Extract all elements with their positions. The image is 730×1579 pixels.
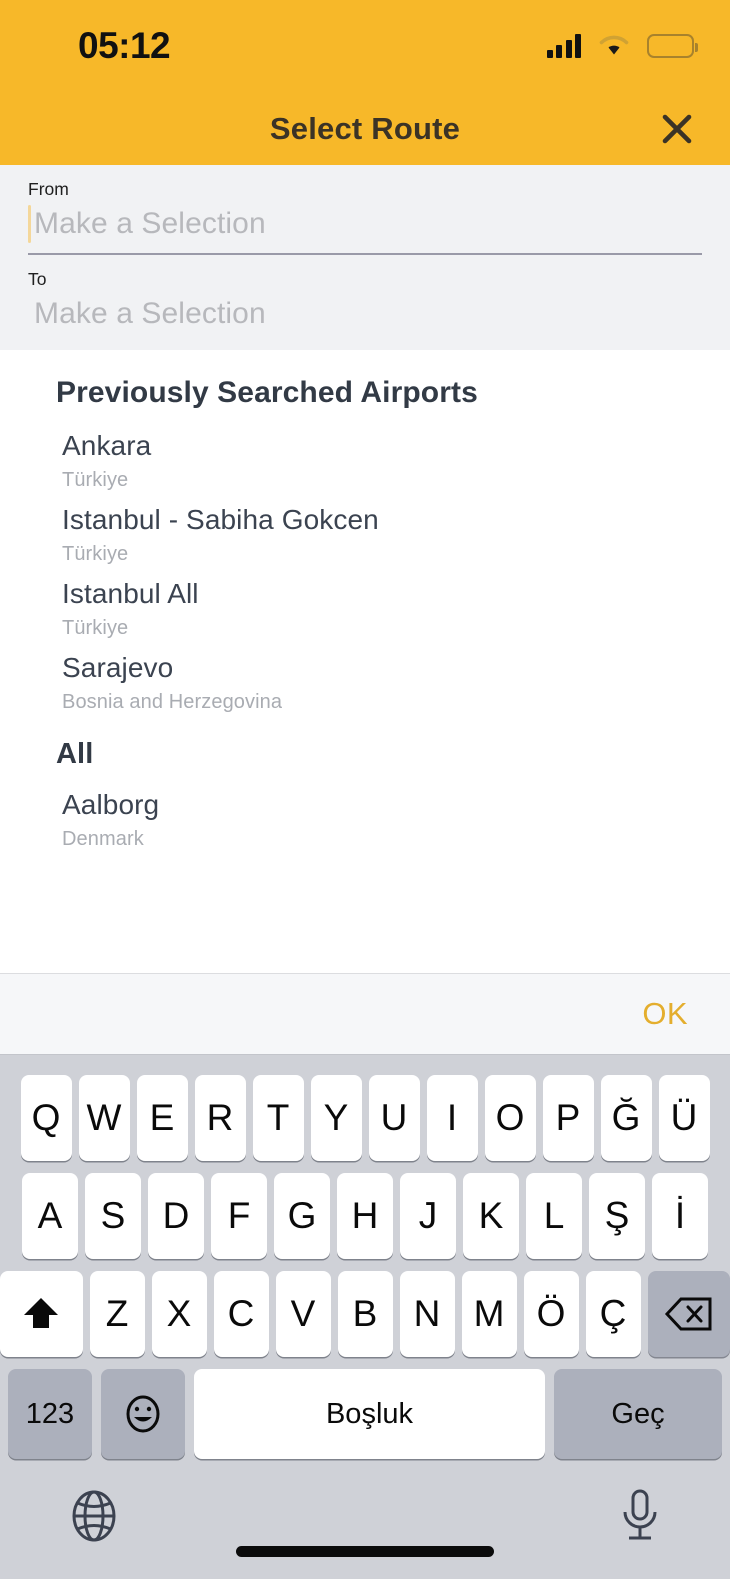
key-v[interactable]: V (275, 1271, 331, 1357)
list-item[interactable]: Istanbul All Türkiye (56, 568, 674, 642)
key-w[interactable]: W (78, 1075, 130, 1161)
section-title-previously-searched: Previously Searched Airports (56, 376, 478, 409)
space-key[interactable]: Boşluk (194, 1369, 545, 1459)
to-field[interactable]: To Make a Selection (28, 255, 702, 341)
airport-list[interactable]: Previously Searched Airports Ankara Türk… (0, 350, 730, 973)
globe-icon[interactable] (66, 1487, 122, 1550)
key-f[interactable]: F (211, 1173, 267, 1259)
key-e[interactable]: E (136, 1075, 188, 1161)
to-label: To (28, 269, 47, 289)
key-h[interactable]: H (337, 1173, 393, 1259)
text-caret (28, 205, 31, 243)
key-z[interactable]: Z (89, 1271, 145, 1357)
key-d[interactable]: D (148, 1173, 204, 1259)
airport-country: Türkiye (62, 543, 129, 565)
airport-city: Istanbul - Sabiha Gokcen (62, 504, 379, 535)
key-n[interactable]: N (399, 1271, 455, 1357)
key-o[interactable]: O (484, 1075, 536, 1161)
key-c[interactable]: C (213, 1271, 269, 1357)
airport-country: Türkiye (62, 469, 129, 491)
key-x[interactable]: X (151, 1271, 207, 1357)
status-bar-clock: 05:12 (78, 25, 171, 66)
backspace-icon[interactable] (647, 1271, 730, 1357)
key-ccedilla[interactable]: Ç (585, 1271, 641, 1357)
from-input[interactable]: Make a Selection (28, 200, 702, 251)
from-label: From (28, 179, 69, 199)
emoji-icon[interactable] (101, 1369, 185, 1459)
home-indicator (236, 1546, 494, 1557)
key-udiaeresis[interactable]: Ü (658, 1075, 710, 1161)
to-input[interactable]: Make a Selection (28, 290, 702, 341)
airport-city: Istanbul All (62, 578, 199, 609)
key-m[interactable]: M (461, 1271, 517, 1357)
keyboard-row-2: A S D F G H J K L Ş İ (0, 1167, 730, 1265)
from-field[interactable]: From Make a Selection (28, 165, 702, 255)
list-item[interactable]: Aalborg Denmark (56, 779, 674, 853)
key-k[interactable]: K (463, 1173, 519, 1259)
ok-button[interactable]: OK (642, 996, 688, 1032)
airport-city: Ankara (62, 430, 152, 461)
status-bar: 05:12 (0, 0, 730, 92)
to-placeholder: Make a Selection (34, 297, 266, 330)
section-title-all: All (56, 738, 94, 770)
key-j[interactable]: J (400, 1173, 456, 1259)
onscreen-keyboard: Q W E R T Y U I O P Ğ Ü A S D F G H J K … (0, 1055, 730, 1579)
airport-country: Denmark (62, 828, 144, 850)
keyboard-accessory-bar: OK (0, 973, 730, 1055)
page-title: Select Route (269, 110, 461, 146)
list-item[interactable]: Sarajevo Bosnia and Herzegovina (56, 642, 674, 716)
key-u[interactable]: U (368, 1075, 420, 1161)
key-scedilla[interactable]: Ş (589, 1173, 645, 1259)
app-root: 05:12 Select Route From Make a Selection… (0, 0, 730, 1579)
battery-icon (647, 34, 698, 58)
status-bar-icons (546, 34, 698, 58)
airport-city: Sarajevo (62, 652, 174, 683)
airport-country: Türkiye (62, 617, 129, 639)
key-g[interactable]: G (274, 1173, 330, 1259)
route-form: From Make a Selection To Make a Selectio… (0, 165, 730, 350)
airport-country: Bosnia and Herzegovina (62, 691, 283, 713)
list-item[interactable]: Ankara Türkiye (56, 420, 674, 494)
keyboard-row-1: Q W E R T Y U I O P Ğ Ü (0, 1069, 730, 1167)
key-p[interactable]: P (542, 1075, 594, 1161)
header: 05:12 Select Route (0, 0, 730, 165)
microphone-icon[interactable] (616, 1487, 664, 1550)
from-placeholder: Make a Selection (34, 207, 266, 240)
key-q[interactable]: Q (20, 1075, 72, 1161)
key-b[interactable]: B (337, 1271, 393, 1357)
key-i[interactable]: I (426, 1075, 478, 1161)
key-y[interactable]: Y (310, 1075, 362, 1161)
close-icon[interactable] (654, 106, 700, 152)
wifi-icon (598, 34, 630, 58)
keyboard-row-4: 123 Boşluk Geç (0, 1363, 730, 1465)
shift-icon[interactable] (0, 1271, 83, 1357)
keyboard-row-3: Z X C V B N M Ö Ç (0, 1265, 730, 1363)
signal-bars-icon (546, 34, 581, 58)
key-s[interactable]: S (85, 1173, 141, 1259)
list-item[interactable]: Istanbul - Sabiha Gokcen Türkiye (56, 494, 674, 568)
go-key[interactable]: Geç (554, 1369, 722, 1459)
navigation-bar: Select Route (0, 92, 730, 165)
key-gbreve[interactable]: Ğ (600, 1075, 652, 1161)
numbers-key[interactable]: 123 (8, 1369, 92, 1459)
airport-city: Aalborg (62, 789, 160, 820)
keyboard-footer (0, 1465, 730, 1579)
key-a[interactable]: A (22, 1173, 78, 1259)
key-l[interactable]: L (526, 1173, 582, 1259)
key-odiaeresis[interactable]: Ö (523, 1271, 579, 1357)
key-idotted[interactable]: İ (652, 1173, 708, 1259)
key-t[interactable]: T (252, 1075, 304, 1161)
key-r[interactable]: R (194, 1075, 246, 1161)
